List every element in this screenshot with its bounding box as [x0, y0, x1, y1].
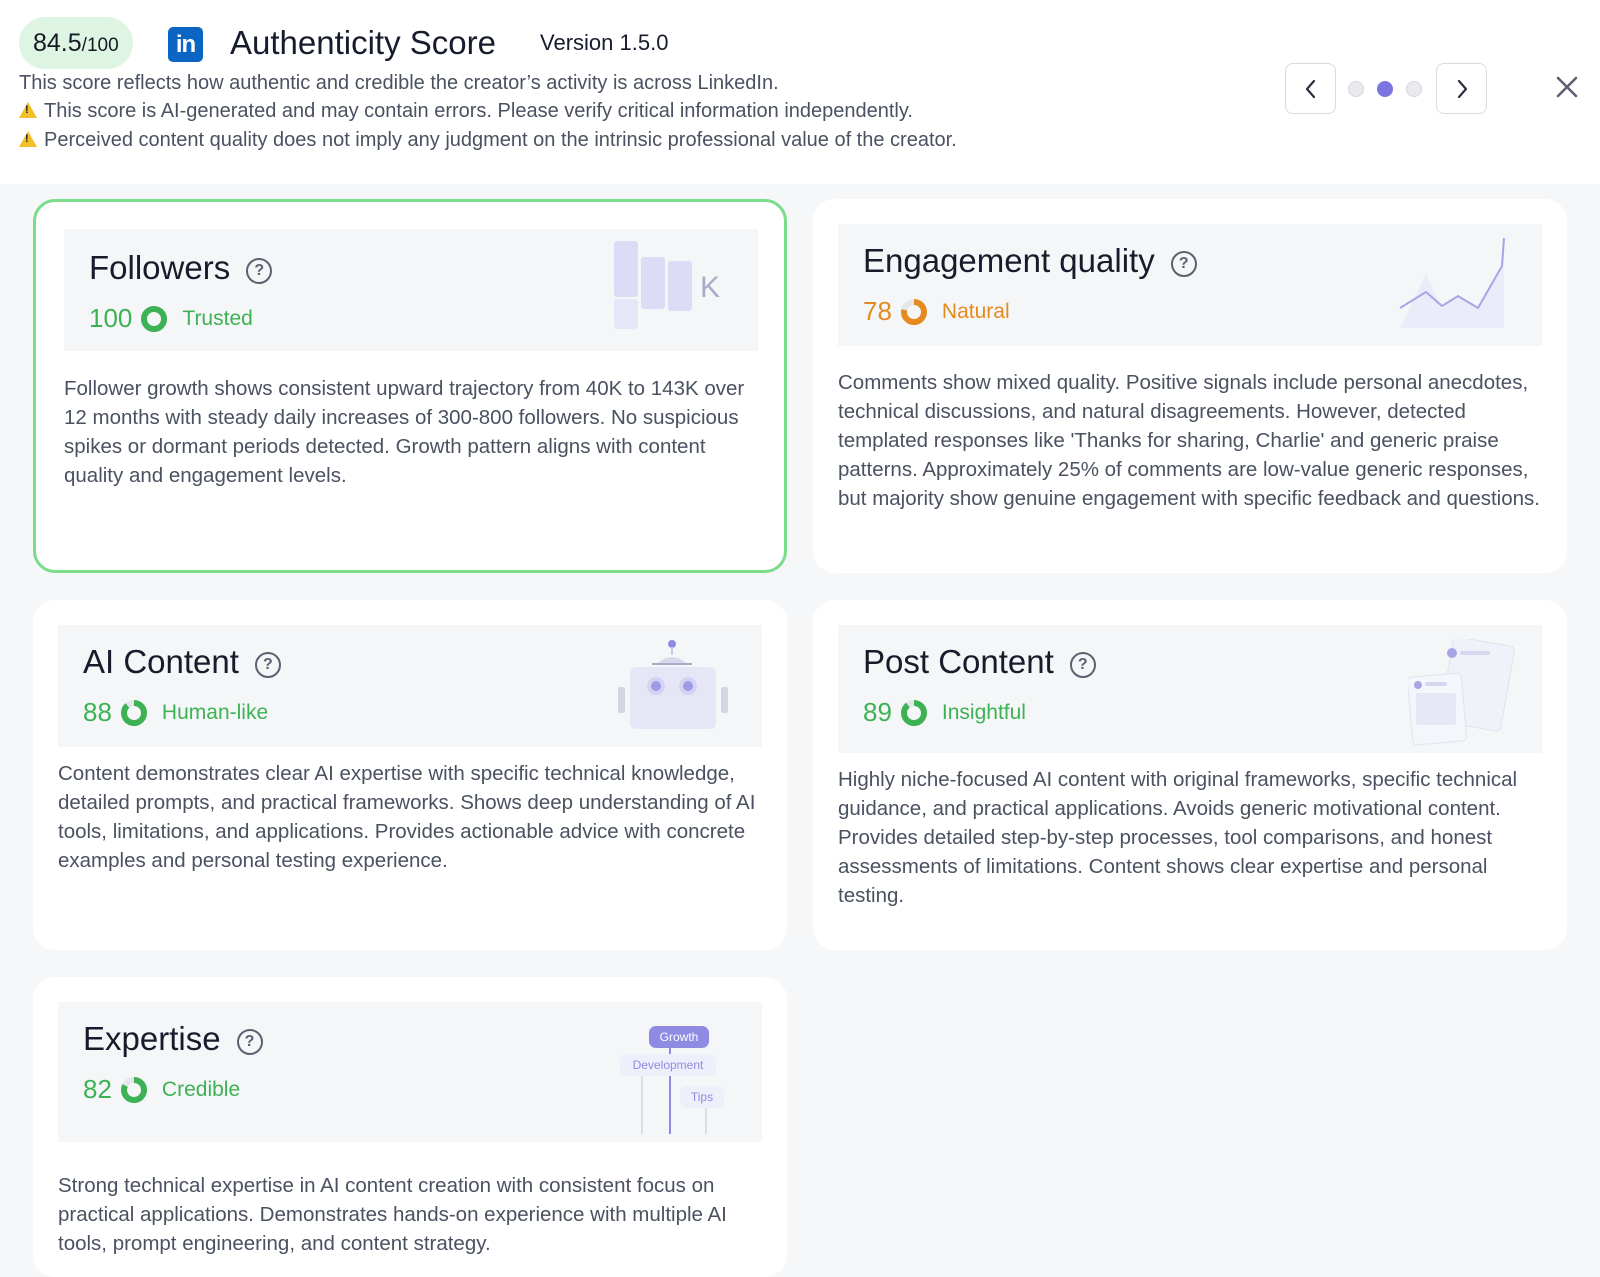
topic-tags-illustration-icon: Growth Development Tips: [620, 1026, 724, 1134]
card-title: Expertise?: [83, 1020, 263, 1058]
card-title: Engagement quality?: [863, 242, 1197, 280]
card-description: Comments show mixed quality. Positive si…: [838, 371, 1540, 510]
score-value: 82: [83, 1074, 112, 1104]
chevron-left-icon: [1305, 79, 1315, 98]
card-title-text: Expertise: [83, 1020, 221, 1057]
score-ring-icon: [141, 305, 168, 332]
post-cards-illustration-icon: [1408, 639, 1515, 746]
card-title: AI Content?: [83, 643, 281, 681]
card-header: Followers? 100 Trusted K: [64, 229, 758, 351]
engagement-card[interactable]: Engagement quality? 78 Natural Comments …: [813, 199, 1567, 573]
warning-icon: [19, 131, 37, 147]
pager-dot-active[interactable]: [1377, 81, 1393, 97]
followers-card[interactable]: Followers? 100 Trusted K Follower growth…: [33, 199, 787, 573]
card-header: Expertise? 82 Credible Growth Developmen…: [58, 1002, 762, 1142]
card-header: AI Content? 88 Human-like: [58, 625, 762, 747]
ai-content-card[interactable]: AI Content? 88 Human-like Content demons…: [33, 600, 787, 950]
page-title: Authenticity Score: [230, 24, 496, 61]
card-description: Strong technical expertise in AI content…: [58, 1174, 727, 1255]
score-row: 89 Insightful: [863, 697, 1026, 728]
score-explanation: This score reflects how authentic and cr…: [19, 72, 779, 94]
ai-warning: This score is AI-generated and may conta…: [19, 100, 913, 123]
tag-tips: Tips: [691, 1090, 713, 1104]
header: 84.5/100 in Authenticity Score Version 1…: [0, 0, 1600, 184]
overall-score-value: 84.5: [33, 29, 82, 57]
quality-warning: Perceived content quality does not imply…: [19, 129, 957, 152]
bar-chart-illustration-icon: K: [614, 241, 720, 329]
score-ring-icon: [900, 298, 927, 325]
score-ring-icon: [120, 699, 147, 726]
pager-dot[interactable]: [1348, 81, 1364, 97]
deco-letter: K: [700, 271, 720, 304]
pager-dot[interactable]: [1406, 81, 1422, 97]
card-title-text: Post Content: [863, 643, 1054, 680]
overall-score-badge: 84.5/100: [19, 17, 133, 69]
overall-score-max: /100: [81, 35, 119, 56]
card-header: Engagement quality? 78 Natural: [838, 224, 1542, 346]
score-value: 78: [863, 296, 892, 326]
help-icon[interactable]: ?: [1069, 652, 1096, 678]
help-icon[interactable]: ?: [246, 258, 273, 284]
score-label: Insightful: [941, 700, 1026, 724]
score-label: Natural: [941, 299, 1010, 323]
score-ring-fill: [900, 699, 927, 726]
next-button[interactable]: [1436, 63, 1487, 114]
card-title: Followers?: [89, 249, 273, 287]
help-icon[interactable]: ?: [254, 652, 281, 678]
help-icon[interactable]: ?: [1170, 251, 1197, 277]
score-ring-icon: [120, 1076, 147, 1103]
card-header: Post Content? 89 Insightful: [838, 625, 1542, 753]
tag-development: Development: [633, 1058, 704, 1072]
card-title: Post Content?: [863, 643, 1096, 681]
score-label: Human-like: [161, 700, 269, 724]
card-description: Content demonstrates clear AI expertise …: [58, 762, 756, 872]
score-row: 100 Trusted: [89, 303, 253, 334]
chevron-right-icon: [1457, 79, 1467, 98]
card-description: Highly niche-focused AI content with ori…: [838, 768, 1518, 907]
score-ring-fill: [120, 699, 147, 726]
line-chart-illustration-icon: [1399, 237, 1505, 328]
warning-icon: [19, 102, 37, 118]
ai-warning-text: This score is AI-generated and may conta…: [44, 100, 913, 122]
score-value: 100: [89, 303, 133, 333]
robot-illustration-icon: [618, 640, 728, 729]
version-label: Version 1.5.0: [540, 30, 669, 55]
score-row: 88 Human-like: [83, 697, 268, 728]
tag-growth: Growth: [660, 1030, 699, 1044]
card-title-text: Engagement quality: [863, 242, 1155, 279]
post-content-card[interactable]: Post Content? 89 Insightful Highly niche…: [813, 600, 1567, 950]
score-value: 88: [83, 697, 112, 727]
linkedin-logo-icon: in: [168, 27, 203, 62]
score-label: Trusted: [182, 306, 253, 330]
score-row: 82 Credible: [83, 1074, 240, 1105]
score-row: 78 Natural: [863, 296, 1010, 327]
score-label: Credible: [161, 1077, 241, 1101]
card-title-text: AI Content: [83, 643, 239, 680]
help-icon[interactable]: ?: [236, 1029, 263, 1055]
quality-warning-text: Perceived content quality does not imply…: [44, 129, 957, 151]
card-description: Follower growth shows consistent upward …: [64, 377, 745, 487]
score-value: 89: [863, 697, 892, 727]
expertise-card[interactable]: Expertise? 82 Credible Growth Developmen…: [33, 977, 787, 1277]
close-icon[interactable]: [1553, 73, 1581, 101]
card-title-text: Followers: [89, 249, 231, 286]
previous-button[interactable]: [1285, 63, 1336, 114]
score-ring-icon: [900, 699, 927, 726]
